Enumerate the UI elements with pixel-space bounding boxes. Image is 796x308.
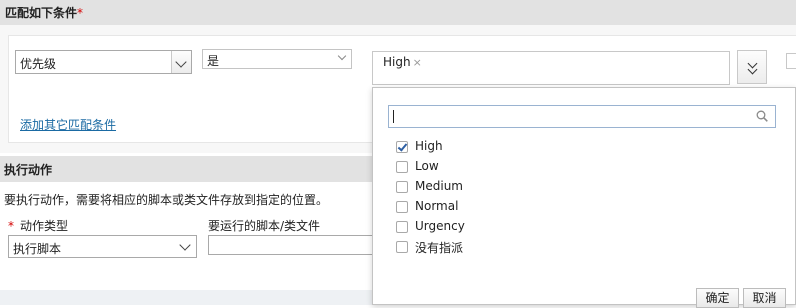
- script-label: 要运行的脚本/类文件: [208, 219, 321, 233]
- options-search-input[interactable]: [388, 105, 776, 128]
- remove-chip-icon[interactable]: ×: [413, 56, 422, 69]
- chevron-down-icon: [337, 51, 347, 61]
- conditions-header: 匹配如下条件*: [0, 0, 796, 25]
- checkbox[interactable]: [396, 181, 408, 193]
- script-path-input[interactable]: [208, 235, 378, 255]
- action-type-value: 执行脚本: [13, 242, 62, 256]
- chevron-down-icon: [747, 64, 758, 75]
- checkbox[interactable]: [396, 161, 408, 173]
- actions-description: 要执行动作，需要将相应的脚本或类文件存放到指定的位置。: [4, 193, 329, 207]
- checkbox[interactable]: [396, 241, 408, 253]
- checkbox[interactable]: [396, 201, 408, 213]
- text-cursor: [393, 110, 394, 123]
- selected-value-chip[interactable]: High ×: [383, 55, 422, 69]
- required-mark: *: [8, 219, 14, 233]
- option-label: Urgency: [415, 219, 465, 233]
- operator-select-value: 是: [207, 54, 220, 68]
- search-icon: [756, 110, 768, 122]
- conditions-title: 匹配如下条件*: [5, 6, 84, 20]
- expand-options-button[interactable]: [737, 50, 767, 84]
- option-label: High: [415, 139, 443, 153]
- option-label: Normal: [415, 199, 459, 213]
- option-label: 没有指派: [415, 241, 464, 255]
- action-type-label: * 动作类型: [8, 219, 69, 233]
- field-select-value: 优先级: [20, 57, 57, 71]
- chevron-down-icon[interactable]: [171, 51, 191, 73]
- overflow-control[interactable]: [786, 53, 796, 69]
- action-type-select[interactable]: 执行脚本: [8, 235, 197, 258]
- option-label: Medium: [415, 179, 463, 193]
- chevron-down-icon: [179, 239, 191, 251]
- checkmark-icon: [397, 141, 408, 152]
- field-select[interactable]: 优先级: [15, 50, 192, 74]
- value-options-dropdown: High Low Medium Normal Urgency 没有指派 确定 取…: [372, 87, 796, 308]
- actions-header: 执行动作: [0, 156, 372, 182]
- operator-select[interactable]: 是: [202, 49, 352, 69]
- option-label: Low: [415, 159, 439, 173]
- checkbox-checked[interactable]: [396, 141, 408, 153]
- ok-button[interactable]: 确定: [696, 288, 739, 308]
- value-multiselect[interactable]: High ×: [372, 51, 730, 85]
- actions-title: 执行动作: [4, 163, 53, 177]
- add-condition-link[interactable]: 添加其它匹配条件: [20, 116, 116, 133]
- required-mark: *: [77, 6, 84, 20]
- cancel-button[interactable]: 取消: [743, 288, 786, 308]
- checkbox[interactable]: [396, 221, 408, 233]
